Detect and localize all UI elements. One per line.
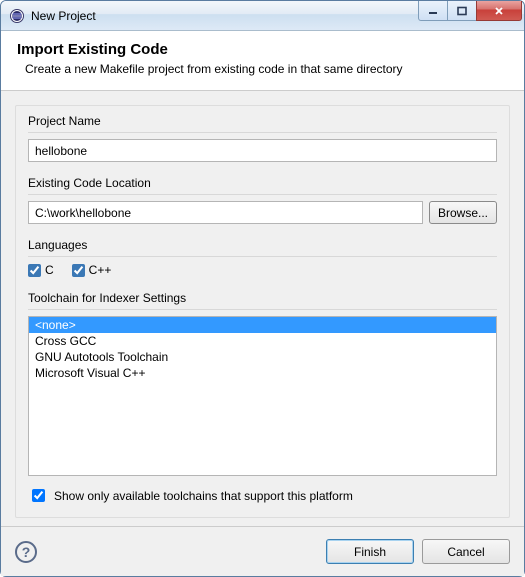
toolchain-listbox[interactable]: <none> Cross GCC GNU Autotools Toolchain… [28,316,497,476]
show-only-checkbox[interactable]: Show only available toolchains that supp… [28,486,497,505]
languages-label: Languages [28,238,497,252]
lang-c-label: C [45,263,54,277]
lang-cpp-checkbox-input[interactable] [72,264,85,277]
list-item[interactable]: Microsoft Visual C++ [29,365,496,381]
show-only-label: Show only available toolchains that supp… [54,489,353,503]
maximize-button[interactable] [447,1,477,21]
eclipse-icon [9,8,25,24]
project-name-input[interactable] [28,139,497,162]
separator [28,132,497,133]
finish-button[interactable]: Finish [326,539,414,564]
page-title: Import Existing Code [17,41,508,58]
project-name-label: Project Name [28,114,497,128]
separator [28,256,497,257]
lang-cpp-label: C++ [89,263,112,277]
lang-c-checkbox-input[interactable] [28,264,41,277]
code-location-input[interactable] [28,201,423,224]
lang-c-checkbox[interactable]: C [28,263,54,277]
window-controls [419,1,522,21]
window-title: New Project [31,9,96,23]
list-item[interactable]: Cross GCC [29,333,496,349]
list-item[interactable]: <none> [29,317,496,333]
minimize-button[interactable] [418,1,448,21]
list-item[interactable]: GNU Autotools Toolchain [29,349,496,365]
browse-button[interactable]: Browse... [429,201,497,224]
form-group: Project Name Existing Code Location Brow… [15,105,510,518]
title-bar: New Project [1,1,524,31]
help-icon[interactable]: ? [15,541,37,563]
close-button[interactable] [476,1,522,21]
dialog-footer: ? Finish Cancel [1,526,524,576]
code-location-label: Existing Code Location [28,176,497,190]
separator [28,309,497,310]
cancel-button[interactable]: Cancel [422,539,510,564]
dialog-header: Import Existing Code Create a new Makefi… [1,31,524,91]
page-subtitle: Create a new Makefile project from exist… [25,62,508,76]
lang-cpp-checkbox[interactable]: C++ [72,263,112,277]
dialog-content: Project Name Existing Code Location Brow… [1,91,524,526]
toolchain-label: Toolchain for Indexer Settings [28,291,497,305]
separator [28,194,497,195]
show-only-checkbox-input[interactable] [32,489,45,502]
